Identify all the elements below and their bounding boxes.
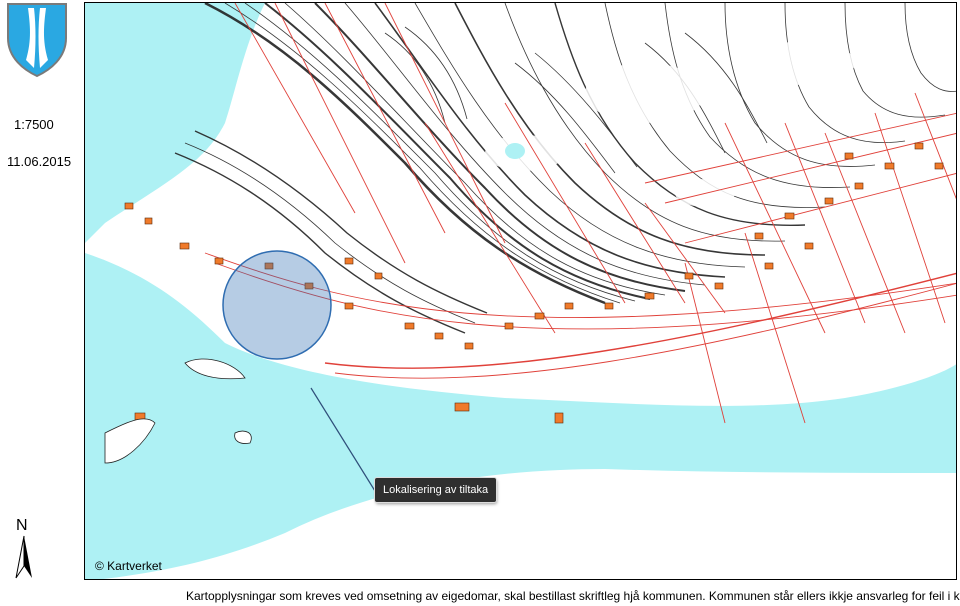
map-scale: 1:7500 xyxy=(14,117,54,132)
mountain-lake xyxy=(505,143,525,159)
map-canvas xyxy=(85,3,956,579)
map-date: 11.06.2015 xyxy=(7,154,72,169)
map-sidebar: 1:7500 11.06.2015 N xyxy=(0,0,84,606)
north-label: N xyxy=(16,517,28,534)
copyright-label: © Kartverket xyxy=(95,559,162,573)
north-arrow-icon: N xyxy=(15,517,32,579)
location-marker xyxy=(222,250,332,360)
map-viewport[interactable]: Lokalisering av tiltaka © Kartverket xyxy=(84,2,957,580)
callout-label: Lokalisering av tiltaka xyxy=(375,478,497,502)
municipal-coat-of-arms-icon xyxy=(7,3,67,78)
sea-area xyxy=(85,3,265,243)
disclaimer-text: Kartopplysningar som kreves ved omsetnin… xyxy=(186,589,960,603)
fjord-area xyxy=(85,253,956,579)
